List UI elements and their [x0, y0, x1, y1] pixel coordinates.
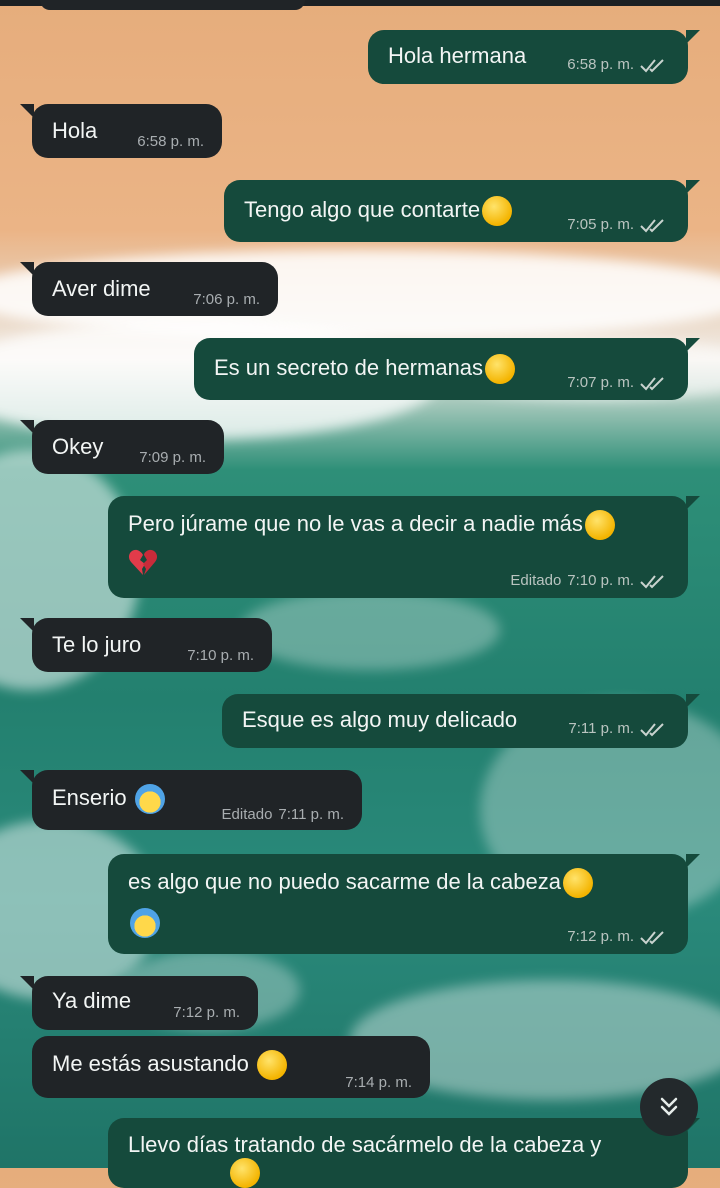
message-outgoing[interactable]: Esque es algo muy delicado 7:11 p. m.: [222, 694, 700, 748]
message-time: 7:12 p. m.: [567, 928, 634, 945]
message-time: 7:09 p. m.: [139, 449, 206, 466]
double-check-icon: [640, 930, 664, 944]
message-text: Hola: [52, 118, 98, 143]
message-time: 7:07 p. m.: [567, 374, 634, 391]
message-text: Me estás asustando: [52, 1050, 249, 1076]
pleading-face-emoji: [562, 868, 593, 898]
message-time: 7:11 p. m.: [278, 806, 344, 823]
message-text: Tengo algo que contarte: [244, 196, 481, 222]
message-text: Hola hermana: [388, 43, 527, 68]
shushing-face-emoji: [485, 354, 516, 384]
message-time: 6:58 p. m.: [137, 133, 204, 150]
edited-label: Editado: [510, 572, 562, 589]
double-check-icon: [640, 376, 664, 390]
message-incoming[interactable]: Aver dime 7:06 p. m.: [20, 262, 278, 316]
crying-face-emoji: [130, 908, 160, 938]
message-text: Aver dime: [52, 276, 151, 301]
message-incoming[interactable]: Okey 7:09 p. m.: [20, 420, 224, 474]
message-time: 7:10 p. m.: [187, 647, 254, 664]
double-check-icon: [640, 218, 664, 232]
message-text: Enserio: [52, 784, 127, 810]
message-incoming[interactable]: Ya dime 7:12 p. m.: [20, 976, 258, 1030]
message-text: Pero júrame que no le vas a decir a nadi…: [128, 510, 583, 536]
partial-emoji: [230, 1158, 260, 1188]
message-text: Ya dime: [52, 988, 132, 1013]
message-incoming[interactable]: Enserio Editado 7:11 p. m.: [20, 770, 362, 830]
message-outgoing[interactable]: Llevo días tratando de sacármelo de la c…: [108, 1118, 700, 1188]
message-text: Es un secreto de hermanas: [214, 354, 484, 380]
double-check-icon: [640, 58, 664, 72]
message-incoming[interactable]: Me estás asustando 7:14 p. m.: [32, 1036, 430, 1098]
message-time: 7:11 p. m.: [568, 720, 634, 737]
previous-message-bubble: [40, 0, 305, 10]
broken-heart-emoji: [128, 549, 158, 575]
double-chevron-down-icon: [660, 1097, 678, 1116]
message-time: 7:12 p. m.: [173, 1004, 240, 1021]
message-time: 6:58 p. m.: [567, 56, 634, 73]
message-text: Esque es algo muy delicado: [242, 707, 518, 732]
message-outgoing[interactable]: Hola hermana 6:58 p. m.: [368, 30, 700, 84]
message-time: 7:06 p. m.: [193, 291, 260, 308]
message-outgoing[interactable]: Pero júrame que no le vas a decir a nadi…: [108, 496, 700, 598]
pleading-face-emoji: [584, 510, 615, 540]
message-incoming[interactable]: Te lo juro 7:10 p. m.: [20, 618, 272, 672]
double-check-icon: [640, 574, 664, 588]
message-time: 7:05 p. m.: [567, 216, 634, 233]
message-text: Okey: [52, 434, 104, 459]
persevering-face-emoji: [482, 196, 513, 226]
message-text: Te lo juro: [52, 632, 142, 657]
edited-label: Editado: [221, 806, 273, 823]
message-text: Llevo días tratando de sacármelo de la c…: [128, 1132, 602, 1157]
message-text: es algo que no puedo sacarme de la cabez…: [128, 868, 561, 894]
message-time: 7:14 p. m.: [345, 1074, 412, 1091]
message-outgoing[interactable]: Es un secreto de hermanas 7:07 p. m.: [194, 338, 700, 400]
message-outgoing[interactable]: es algo que no puedo sacarme de la cabez…: [108, 854, 700, 954]
message-time: 7:10 p. m.: [567, 572, 634, 589]
screaming-face-emoji: [134, 784, 165, 814]
double-check-icon: [640, 722, 664, 736]
scroll-to-bottom-button[interactable]: [640, 1078, 698, 1136]
smirking-face-emoji: [257, 1050, 288, 1080]
message-incoming[interactable]: Hola 6:58 p. m.: [20, 104, 222, 158]
message-outgoing[interactable]: Tengo algo que contarte 7:05 p. m.: [224, 180, 700, 242]
